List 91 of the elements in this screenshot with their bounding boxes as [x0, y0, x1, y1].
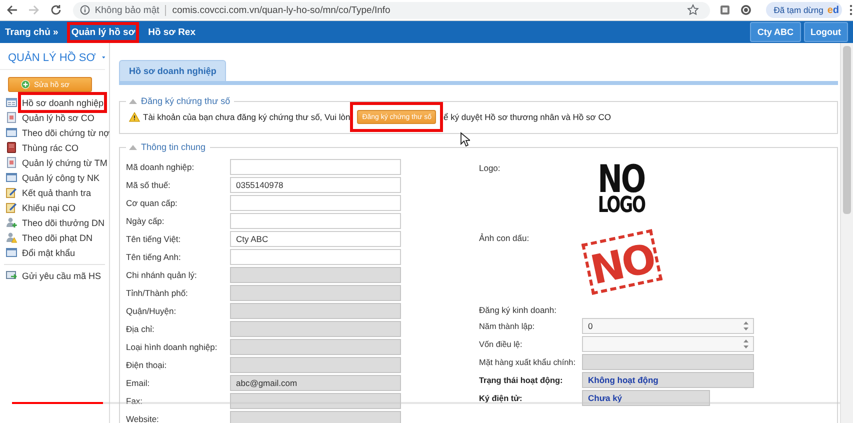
- field-label: Mặt hàng xuất khẩu chính:: [479, 358, 576, 366]
- profile-button[interactable]: Đã tạm dừng ed: [766, 2, 842, 18]
- field-label: Điện thoại:: [126, 360, 168, 370]
- sidebar-link[interactable]: Theo dõi phạt DN: [22, 232, 93, 242]
- sidebar-link[interactable]: Quản lý công ty NK: [22, 172, 100, 182]
- sidebar-link[interactable]: Hồ sơ doanh nghiệp: [22, 98, 104, 108]
- field-label: Năm thành lập:: [479, 322, 536, 330]
- address-bar[interactable]: Không bảo mật comis.covcci.com.vn/quan-ly-ho-so/mn/co/Type/Info: [72, 2, 710, 18]
- book-icon[interactable]: [6, 142, 17, 153]
- field-label: Trạng thái hoạt động:: [479, 376, 564, 384]
- field-label: Mã doanh nghiệp:: [126, 162, 196, 172]
- security-label: Không bảo mật: [94, 4, 160, 16]
- nav-link[interactable]: Hồ sơ Rex: [148, 26, 196, 38]
- extension-icon[interactable]: [718, 4, 731, 16]
- account-button[interactable]: Cty ABC: [750, 22, 800, 42]
- field-label: Ký điện tử:: [479, 394, 524, 402]
- field-label: Quận/Huyện:: [126, 306, 178, 316]
- stamp-image: NO: [581, 229, 663, 295]
- spinner-icon[interactable]: [743, 339, 749, 349]
- spinner-icon[interactable]: [743, 321, 749, 331]
- menu-icon[interactable]: [849, 4, 853, 16]
- nav-link[interactable]: Trang chủ »: [5, 26, 58, 38]
- field-label: Cơ quan cấp:: [126, 198, 178, 208]
- back-icon[interactable]: [6, 4, 18, 16]
- sidebar-link[interactable]: Thùng rác CO: [22, 142, 79, 152]
- url-text: comis.covcci.com.vn/quan-ly-ho-so/mn/co/Type/Info: [172, 4, 390, 16]
- sidebar-link[interactable]: Đổi mật khẩu: [22, 248, 76, 258]
- sidebar-link[interactable]: Theo dõi thưởng DN: [22, 218, 104, 228]
- field-label: Tên tiếng Anh:: [126, 252, 182, 262]
- field-label: Chi nhánh quản lý:: [126, 270, 198, 280]
- message-text: ể ký duyệt Hồ sơ thương nhân và Hồ sơ CO: [443, 112, 611, 122]
- collapse-icon[interactable]: [129, 144, 137, 150]
- scrollbar[interactable]: [840, 43, 853, 423]
- sidebar-link[interactable]: Quản lý chứng từ TM: [22, 158, 108, 168]
- sidebar-link[interactable]: Gửi yêu cầu mã HS: [22, 270, 102, 280]
- tab[interactable]: Hồ sơ doanh nghiệp: [119, 60, 226, 81]
- collapse-icon[interactable]: [129, 98, 137, 104]
- note-pencil-icon[interactable]: [6, 187, 17, 198]
- status-field[interactable]: Chưa ký: [582, 390, 710, 406]
- field-label: Mã số thuế:: [126, 180, 172, 190]
- field-label: Địa chỉ:: [126, 324, 156, 334]
- note-pencil-icon[interactable]: [6, 202, 17, 213]
- info-icon[interactable]: [80, 5, 90, 15]
- window-icon[interactable]: [6, 127, 17, 138]
- form-icon[interactable]: [6, 97, 17, 108]
- user-warning-icon[interactable]: [6, 232, 17, 243]
- number-field[interactable]: [582, 336, 754, 352]
- nav-link[interactable]: Quản lý hồ sơ: [71, 26, 136, 38]
- text-field[interactable]: [230, 159, 401, 175]
- text-field[interactable]: [230, 195, 401, 211]
- sidebar-link[interactable]: Khiếu nại CO: [22, 202, 76, 212]
- message-text: Tài khoản của bạn chưa đăng ký chứng thư số, Vui lòn: [143, 112, 350, 122]
- field-label: Website:: [126, 414, 160, 423]
- avatar-icon: ed: [827, 4, 839, 16]
- user-plus-icon[interactable]: [6, 217, 17, 228]
- warning-icon: [129, 112, 140, 122]
- section-title: Đăng ký chứng thư số: [141, 96, 230, 106]
- text-field[interactable]: [582, 354, 754, 370]
- sidebar-title[interactable]: QUẢN LÝ HỒ SƠ: [8, 52, 96, 64]
- no-logo-image: NO LOGO: [597, 160, 646, 217]
- status-field[interactable]: Không hoạt động: [582, 372, 754, 388]
- field-label: Tỉnh/Thành phố:: [126, 288, 189, 298]
- text-field[interactable]: Cty ABC: [230, 231, 401, 247]
- logout-button[interactable]: Logout: [804, 22, 848, 42]
- field-label: Vốn điều lệ:: [479, 340, 524, 348]
- field-label: Loại hình doanh nghiệp:: [126, 342, 218, 352]
- plus-icon: [21, 80, 30, 89]
- window-icon[interactable]: [6, 247, 17, 258]
- field-label: Tên tiếng Việt:: [126, 234, 182, 244]
- scrollbar-thumb[interactable]: [843, 46, 851, 214]
- field-label: Đăng ký kinh doanh:: [479, 304, 558, 317]
- text-field[interactable]: 0355140978: [230, 177, 401, 193]
- section-title: Thông tin chung: [141, 142, 206, 152]
- text-field[interactable]: [230, 249, 401, 265]
- sidebar-link[interactable]: Theo dõi chứng từ nợ: [22, 128, 110, 138]
- document-icon[interactable]: [6, 112, 17, 123]
- field-label: Ngày cấp:: [126, 216, 166, 226]
- field-label: Email:: [126, 378, 151, 388]
- window-icon[interactable]: [6, 172, 17, 183]
- field-label: Ảnh con dấu:: [479, 232, 530, 243]
- sidebar-link[interactable]: Kết quả thanh tra: [22, 188, 92, 198]
- extension-icon[interactable]: [740, 4, 752, 16]
- sidebar-link[interactable]: Quản lý hồ sơ CO: [22, 112, 94, 122]
- field-label: Logo:: [479, 162, 502, 173]
- field-label: Fax:: [126, 396, 144, 406]
- reload-icon[interactable]: [50, 4, 62, 16]
- document-icon[interactable]: [6, 157, 17, 168]
- star-icon[interactable]: [686, 4, 699, 16]
- mouse-pointer-icon: [460, 132, 470, 147]
- number-field[interactable]: 0: [582, 318, 754, 334]
- text-field[interactable]: [230, 213, 401, 229]
